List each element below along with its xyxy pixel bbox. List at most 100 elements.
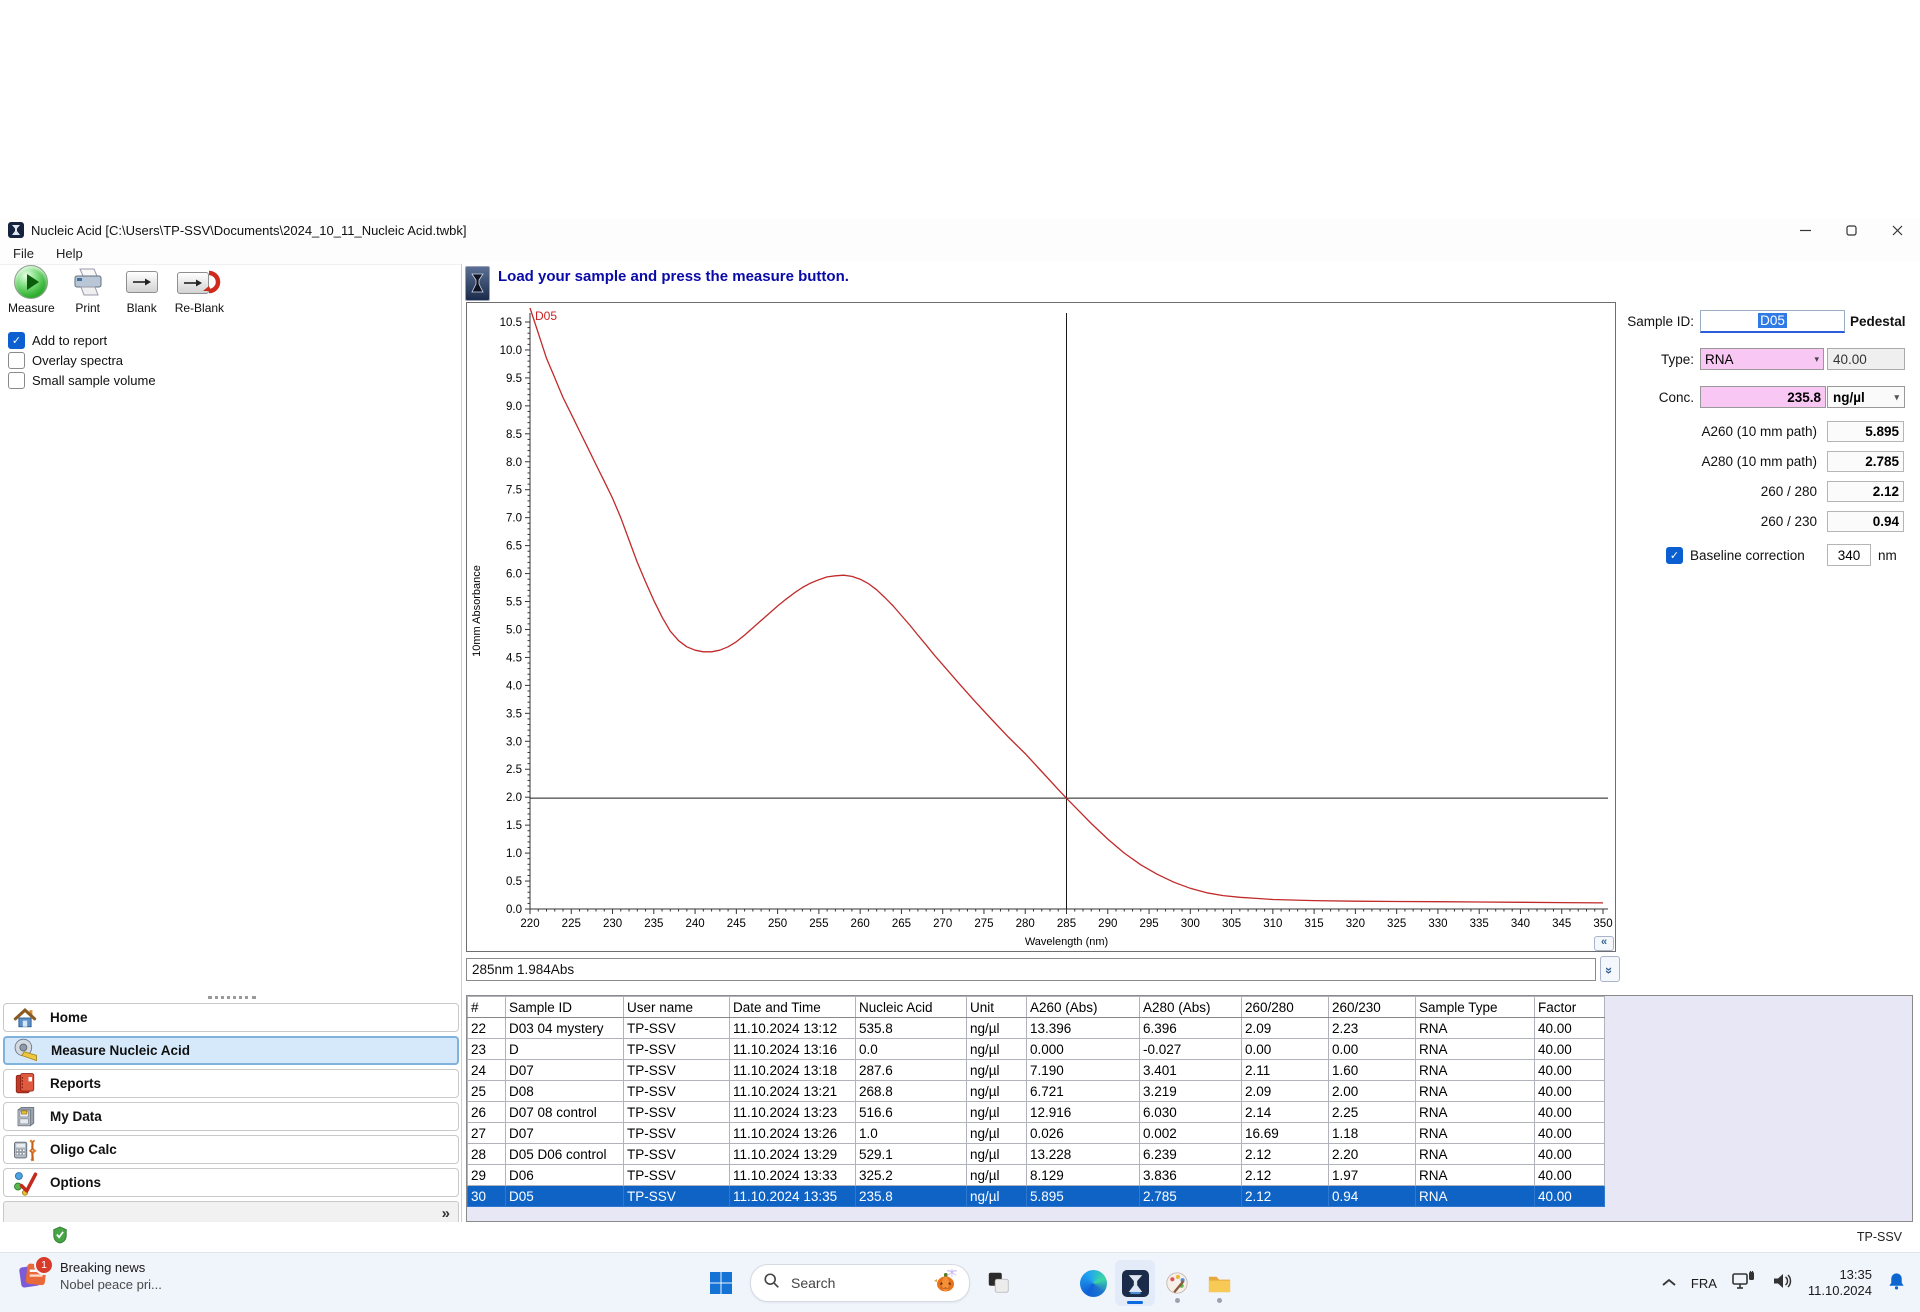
toolbar-re-blank-button[interactable]: Re-Blank xyxy=(175,264,224,315)
sidebar-item-my-data[interactable]: My Data xyxy=(3,1102,459,1131)
table-row-22[interactable]: 22 D03 04 mystery TP-SSV 11.10.2024 13:12 53… xyxy=(467,1017,1605,1039)
col-header-a260-abs[interactable]: A260 (Abs) xyxy=(1026,996,1140,1018)
expand-sidebar-chevron[interactable]: » xyxy=(442,1205,450,1222)
table-row-30[interactable]: 30 D05 TP-SSV 11.10.2024 13:35 235.8 ng/µl 5.8… xyxy=(467,1185,1605,1207)
table-row-24[interactable]: 24 D07 TP-SSV 11.10.2024 13:18 287.6 ng/µl 7.1… xyxy=(467,1059,1605,1081)
cell: D03 04 mystery xyxy=(505,1017,624,1039)
baseline-row: ✓ Baseline correction 340 nm xyxy=(1622,544,1918,566)
col-header-260-230[interactable]: 260/230 xyxy=(1328,996,1416,1018)
add-to-report-checkbox[interactable]: ✓ xyxy=(8,331,25,349)
network-icon[interactable] xyxy=(1732,1270,1756,1296)
cell: 2.11 xyxy=(1241,1059,1329,1081)
start-button[interactable] xyxy=(701,1260,741,1306)
col-header-nucleic-acid[interactable]: Nucleic Acid xyxy=(855,996,967,1018)
table-row-23[interactable]: 23 D TP-SSV 11.10.2024 13:16 0.0 ng/µl 0.000 -0… xyxy=(467,1038,1605,1060)
hidden-icons-chevron[interactable] xyxy=(1662,1274,1676,1292)
sidebar-item-home[interactable]: Home xyxy=(3,1003,459,1032)
sidebar-item-measure-nucleic-acid[interactable]: Measure Nucleic Acid xyxy=(3,1036,459,1065)
nanodrop-app-icon[interactable] xyxy=(1115,1260,1155,1306)
svg-text:275: 275 xyxy=(974,918,993,930)
svg-text:7.5: 7.5 xyxy=(506,485,522,497)
toolbar-blank-button[interactable]: Blank xyxy=(121,264,163,315)
overlay-spectra-checkbox[interactable] xyxy=(8,351,25,369)
sidebar-resize-grip[interactable] xyxy=(208,996,256,999)
svg-text:3.5: 3.5 xyxy=(506,708,522,720)
svg-text:265: 265 xyxy=(892,918,911,930)
table-row-27[interactable]: 27 D07 TP-SSV 11.10.2024 13:26 1.0 ng/µl 0.026… xyxy=(467,1122,1605,1144)
col-header-sample-id[interactable]: Sample ID xyxy=(505,996,624,1018)
expand-table-button[interactable]: » xyxy=(1600,956,1620,982)
col-header-[interactable]: # xyxy=(467,996,506,1018)
clock[interactable]: 13:35 11.10.2024 xyxy=(1808,1267,1872,1300)
cell: 40.00 xyxy=(1534,1017,1605,1039)
svg-text:1.5: 1.5 xyxy=(506,820,522,832)
file-explorer-icon[interactable] xyxy=(1199,1260,1239,1306)
table-row-29[interactable]: 29 D06 TP-SSV 11.10.2024 13:33 325.2 ng/µl 8.1… xyxy=(467,1164,1605,1186)
maximize-button[interactable] xyxy=(1828,218,1874,242)
svg-text:7.0: 7.0 xyxy=(506,513,522,525)
reading-label: 260 / 230 xyxy=(1760,513,1817,529)
table-row-25[interactable]: 25 D08 TP-SSV 11.10.2024 13:21 268.8 ng/µl 6.7… xyxy=(467,1080,1605,1102)
cell: 25 xyxy=(467,1080,506,1102)
spectrum-plot[interactable]: 220 225 230 235 240 245 250 255 260 265 270 275 280 2… xyxy=(467,303,1613,949)
options-icon xyxy=(10,1170,40,1196)
sidebar-item-label: My Data xyxy=(50,1109,102,1124)
volume-icon[interactable] xyxy=(1771,1272,1793,1295)
svg-text:4.5: 4.5 xyxy=(506,652,522,664)
cell: 3.401 xyxy=(1139,1059,1242,1081)
factor-field[interactable]: 40.00 xyxy=(1827,348,1905,370)
spectrum-chart[interactable]: 220 225 230 235 240 245 250 255 260 265 270 275 280 2… xyxy=(466,302,1616,952)
type-dropdown[interactable]: RNA ▾ xyxy=(1700,348,1824,370)
col-header-a280-abs[interactable]: A280 (Abs) xyxy=(1139,996,1242,1018)
cell: 0.000 xyxy=(1026,1038,1140,1060)
cell: 2.785 xyxy=(1139,1185,1242,1207)
cell: 27 xyxy=(467,1122,506,1144)
conc-unit-dropdown[interactable]: ng/µl ▾ xyxy=(1827,386,1905,408)
sample-id-label: Sample ID: xyxy=(1627,313,1694,329)
toolbar: Measure Print Blank Re-Blank xyxy=(8,264,224,315)
my-data-icon xyxy=(10,1104,40,1130)
factor-value: 40.00 xyxy=(1833,351,1867,367)
col-header-factor[interactable]: Factor xyxy=(1534,996,1605,1018)
language-indicator[interactable]: FRA xyxy=(1691,1276,1717,1291)
cell: 29 xyxy=(467,1164,506,1186)
baseline-correction-checkbox[interactable]: ✓ xyxy=(1666,546,1683,564)
menu-item-file[interactable]: File xyxy=(4,246,43,261)
sidebar-item-reports[interactable]: Reports xyxy=(3,1069,459,1098)
cell: -0.027 xyxy=(1139,1038,1242,1060)
edge-browser-icon[interactable] xyxy=(1073,1260,1113,1306)
notification-bell-icon[interactable] xyxy=(1887,1271,1906,1296)
col-header-user-name[interactable]: User name xyxy=(623,996,730,1018)
cell: D06 xyxy=(505,1164,624,1186)
toolbar-print-button[interactable]: Print xyxy=(67,264,109,315)
task-view-button[interactable] xyxy=(979,1260,1019,1306)
sample-id-input[interactable]: D05 xyxy=(1700,309,1845,333)
cell: RNA xyxy=(1415,1185,1535,1207)
widgets-button[interactable]: 1 Breaking news Nobel peace pri... xyxy=(18,1255,162,1292)
collapse-side-panel-button[interactable]: « xyxy=(1594,936,1614,951)
small-sample-volume-checkbox[interactable] xyxy=(8,371,25,389)
minimize-button[interactable] xyxy=(1782,218,1828,242)
col-header-260-280[interactable]: 260/280 xyxy=(1241,996,1329,1018)
col-header-date-and-time[interactable]: Date and Time xyxy=(729,996,856,1018)
cell: 40.00 xyxy=(1534,1185,1605,1207)
cell: RNA xyxy=(1415,1038,1535,1060)
table-row-28[interactable]: 28 D05 D06 control TP-SSV 11.10.2024 13:29 5… xyxy=(467,1143,1605,1165)
table-header-row: # Sample ID User name Date and Time Nucleic … xyxy=(467,996,1605,1018)
results-table[interactable]: # Sample ID User name Date and Time Nucleic … xyxy=(467,996,1605,1207)
sidebar-item-oligo-calc[interactable]: Oligo Calc xyxy=(3,1135,459,1164)
table-row-26[interactable]: 26 D07 08 control TP-SSV 11.10.2024 13:23 51… xyxy=(467,1101,1605,1123)
cell: 40.00 xyxy=(1534,1101,1605,1123)
baseline-wavelength-input[interactable]: 340 xyxy=(1827,544,1871,566)
search-box[interactable]: Search xyxy=(750,1264,970,1302)
toolbar-measure-button[interactable]: Measure xyxy=(8,264,55,315)
reading-label: A280 (10 mm path) xyxy=(1701,453,1817,469)
close-button[interactable] xyxy=(1874,218,1920,242)
menu-item-help[interactable]: Help xyxy=(47,246,92,261)
col-header-sample-type[interactable]: Sample Type xyxy=(1415,996,1535,1018)
col-header-unit[interactable]: Unit xyxy=(966,996,1027,1018)
paint-app-icon[interactable] xyxy=(1157,1260,1197,1306)
svg-text:230: 230 xyxy=(603,918,622,930)
cell: 0.002 xyxy=(1139,1122,1242,1144)
sidebar-item-options[interactable]: Options xyxy=(3,1168,459,1197)
